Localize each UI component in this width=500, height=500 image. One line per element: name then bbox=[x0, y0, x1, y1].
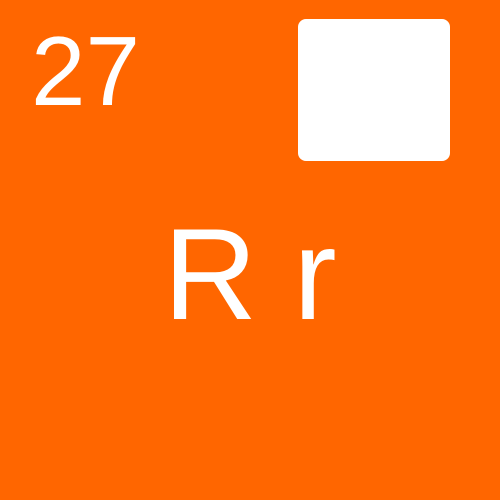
white-square-image bbox=[298, 19, 450, 161]
card-number: 27 bbox=[31, 16, 141, 126]
flash-card: 27 R r bbox=[0, 0, 500, 500]
card-letters: R r bbox=[163, 201, 337, 347]
